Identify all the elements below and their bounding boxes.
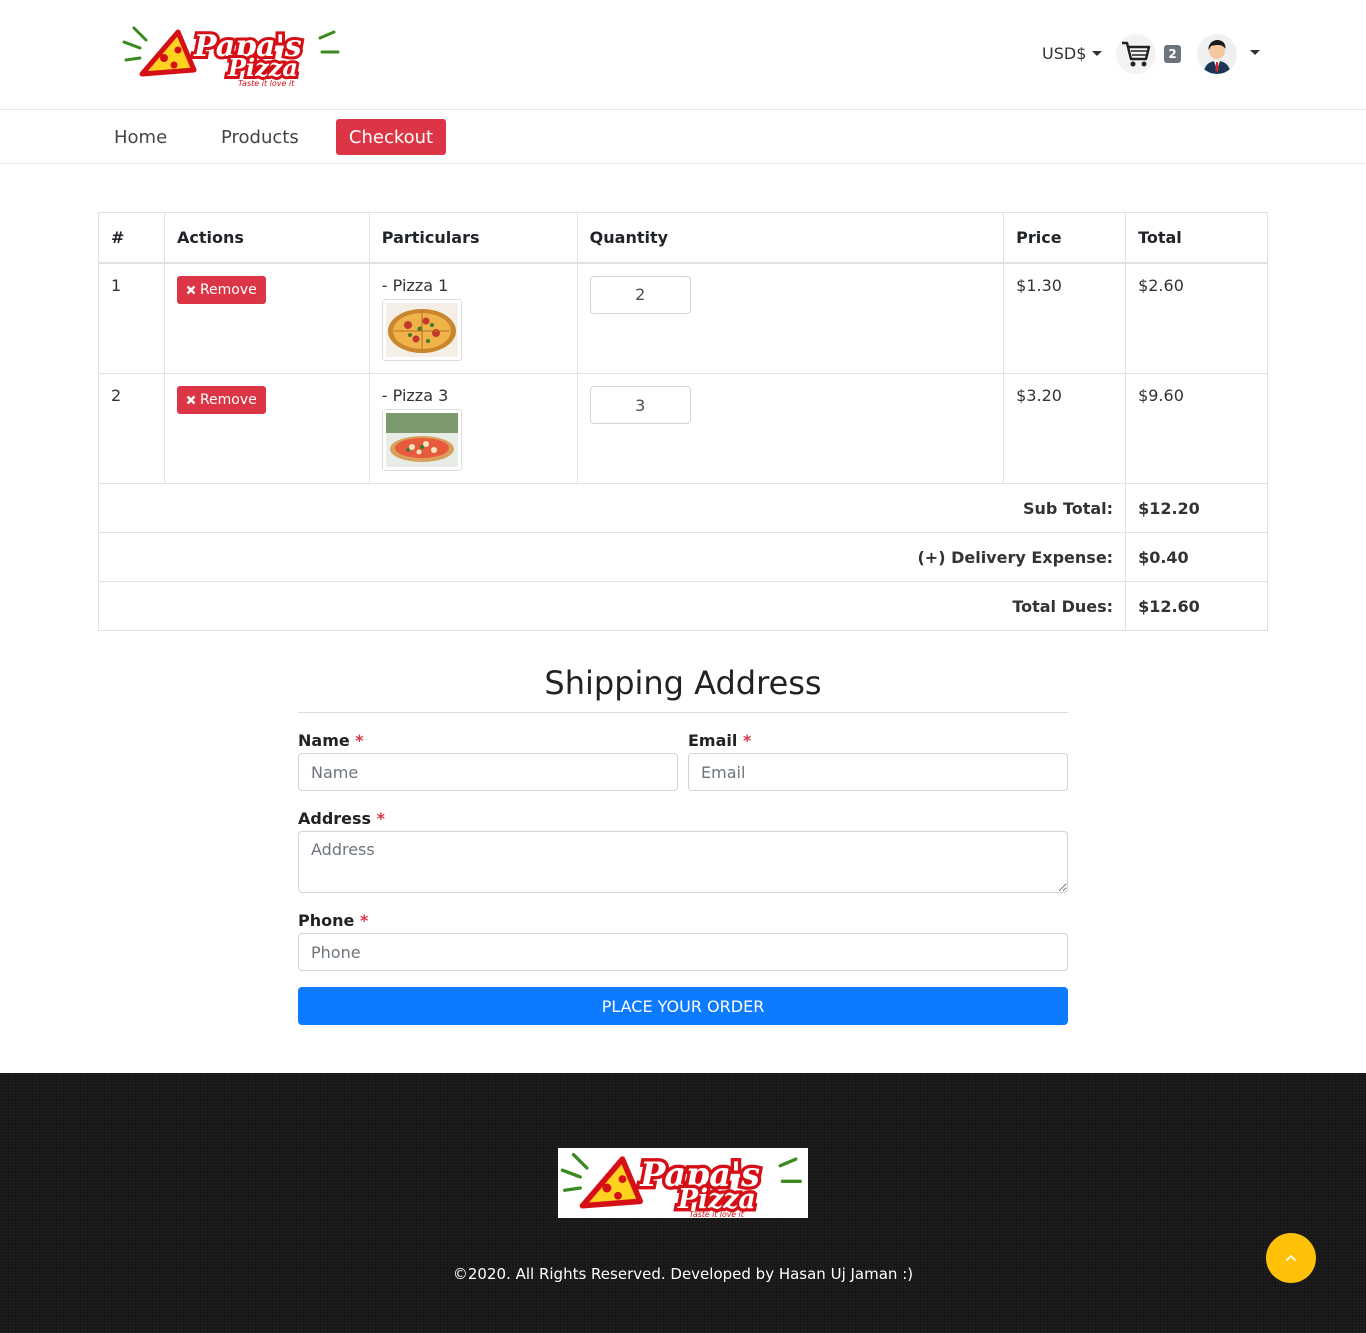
column-header-actions: Actions [163,212,370,264]
required-marker: * [355,731,364,750]
row-price: $3.20 [1003,373,1127,484]
shipping-divider [298,712,1068,713]
total-dues-row: Total Dues: $12.60 [97,581,1268,631]
footer-brand-logo[interactable]: Papa's Pizza Taste it love it [558,1148,808,1219]
name-field[interactable] [298,753,678,791]
row-actions-cell: Remove [163,262,370,374]
product-name: - Pizza 3 [381,386,449,405]
remove-button-label: Remove [199,281,257,298]
cart-button[interactable] [1116,34,1156,74]
remove-button-label: Remove [199,392,257,408]
phone-field[interactable] [298,933,1068,971]
row-price: $1.30 [1003,262,1127,374]
times-icon [186,285,196,294]
product-thumbnail [381,298,462,361]
nav-home-link[interactable]: Home [99,119,182,155]
site-footer: Papa's Pizza Taste it love it ©2020. All… [0,1073,1366,1333]
subtotal-label: Sub Total: [97,483,1127,533]
required-marker: * [376,809,386,828]
name-label: Name * [298,731,364,750]
brand-logo[interactable]: Papa's Pizza Taste it love it [120,20,345,90]
product-name: - Pizza 1 [381,275,449,295]
logo-tagline: Taste it love it [238,79,295,88]
main-nav: Home Products Checkout [0,111,1366,164]
quantity-input[interactable] [589,386,691,424]
site-header: Papa's Pizza Taste it love it USD$ 2 [0,0,1366,110]
subtotal-row: Sub Total: $12.20 [97,483,1268,533]
row-number: 1 [98,262,165,374]
table-row: 1 Remove - Pizza 1 2 $1.30 $2.60 [98,262,1268,374]
address-label-text: Address [298,809,372,828]
row-quantity-cell [576,373,1005,484]
product-thumbnail [381,409,462,471]
quantity-input[interactable] [589,275,691,314]
user-avatar[interactable] [1197,34,1237,74]
total-dues-label: Total Dues: [97,581,1127,631]
footer-logo-tagline: Taste it love it [689,1210,745,1218]
cart-count-badge: 2 [1164,45,1181,63]
row-actions-cell: Remove [163,373,370,484]
cart-table: # Actions Particulars Quantity Price Tot… [97,212,1268,631]
nav-products-link[interactable]: Products [206,119,314,155]
delivery-label: (+) Delivery Expense: [97,532,1127,582]
column-header-price: Price [1003,212,1127,264]
user-icon [1197,34,1237,74]
phone-label: Phone * [298,911,368,930]
row-total: $2.60 [1125,262,1268,374]
currency-label: USD$ [1042,44,1087,63]
column-header-particulars: Particulars [368,212,578,264]
column-header-quantity: Quantity [576,212,1005,264]
user-menu-caret-icon[interactable] [1250,50,1260,55]
required-marker: * [742,731,752,750]
row-particulars-cell: - Pizza 1 [368,262,578,374]
address-field[interactable] [298,831,1068,893]
required-marker: * [359,911,369,930]
delivery-row: (+) Delivery Expense: $0.40 [97,532,1268,582]
row-particulars-cell: - Pizza 3 [368,373,578,484]
shipping-title: Shipping Address [544,664,822,702]
logo-text-line2: Pizza [227,53,298,82]
remove-button[interactable]: Remove [176,275,266,304]
remove-button[interactable]: Remove [176,386,266,414]
table-header-row: # Actions Particulars Quantity Price Tot… [98,212,1268,264]
chevron-down-icon [1092,51,1103,56]
scroll-to-top-button[interactable] [1266,1233,1316,1283]
email-label-text: Email [688,731,738,750]
place-order-button[interactable]: PLACE YOUR ORDER [298,987,1068,1025]
total-dues-value: $12.60 [1125,581,1268,631]
phone-label-text: Phone [298,911,355,930]
row-total: $9.60 [1125,373,1268,484]
times-icon [186,395,196,405]
address-label: Address * [298,809,385,828]
copyright-text: ©2020. All Rights Reserved. Developed by… [452,1265,914,1283]
table-row: 2 Remove - Pizza 3 3 $3.20 $9.60 [98,373,1268,484]
chevron-up-icon [1286,1254,1296,1261]
subtotal-value: $12.20 [1125,483,1268,533]
email-field[interactable] [688,753,1068,791]
name-label-text: Name [298,731,350,750]
cart-icon [1122,41,1151,67]
column-header-num: # [98,212,165,264]
column-header-total: Total [1125,212,1268,264]
nav-checkout-link[interactable]: Checkout [336,119,446,155]
row-number: 2 [98,373,165,484]
delivery-value: $0.40 [1125,532,1268,582]
email-label: Email * [688,731,751,750]
currency-dropdown[interactable]: USD$ [1042,44,1103,63]
row-quantity-cell [576,262,1005,374]
